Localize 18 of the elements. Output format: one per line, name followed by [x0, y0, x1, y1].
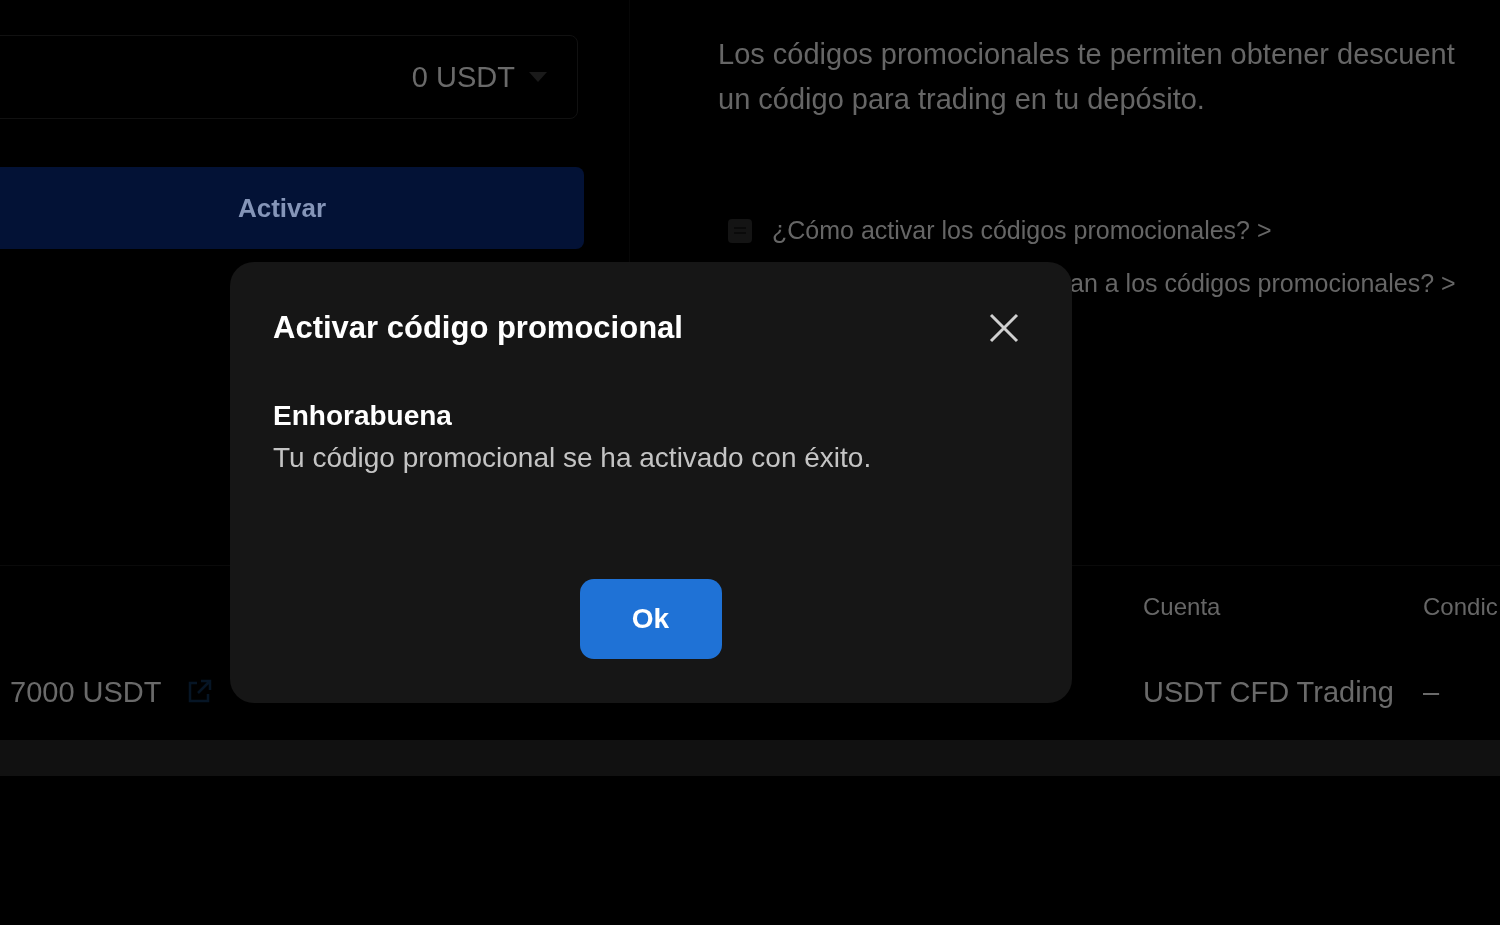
- ok-button[interactable]: Ok: [579, 579, 722, 659]
- description-text: Los códigos promocionales te permiten obtener descuent: [718, 37, 1456, 72]
- amount-field[interactable]: 0 USDT: [0, 35, 578, 119]
- column-header: Condic: [1423, 593, 1499, 621]
- column-header: Cuenta: [1143, 593, 1222, 621]
- dialog-title: Activar código promocional: [273, 310, 683, 346]
- activate-button[interactable]: Activar: [0, 167, 584, 249]
- success-message: Tu código promocional se ha activado con éxito.: [273, 442, 873, 474]
- help-link[interactable]: ¿Cómo activar los códigos promocionales? >: [772, 216, 1272, 245]
- help-link[interactable]: an a los códigos promocionales? >: [1070, 269, 1456, 298]
- caret-icon: [529, 72, 547, 82]
- table-cell: 7000 USDT: [10, 675, 162, 709]
- description-text: un código para trading en tu depósito.: [718, 82, 1206, 117]
- table-cell-text: USDT CFD Trading: [1143, 675, 1395, 709]
- amount-value: 0 USDT: [411, 60, 515, 94]
- success-heading: Enhorabuena: [273, 400, 453, 432]
- table-cell-text: –: [1423, 675, 1441, 709]
- close-button[interactable]: [988, 312, 1020, 344]
